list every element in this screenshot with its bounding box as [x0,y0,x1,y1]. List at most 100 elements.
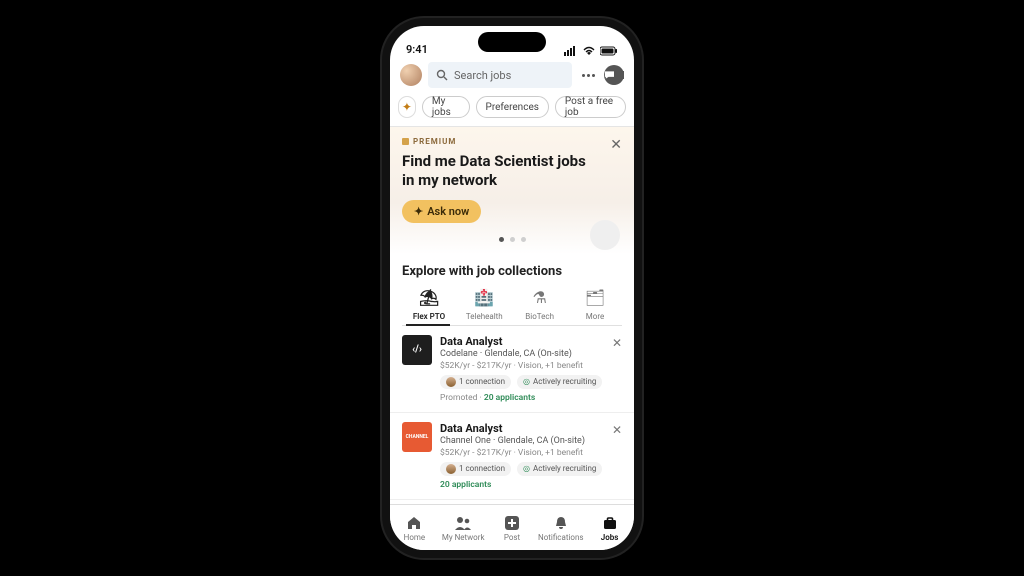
collection-flex-pto[interactable]: ⛱ Flex PTO [406,287,452,321]
search-input[interactable]: Search jobs [428,62,572,88]
overflow-menu[interactable] [578,74,598,77]
tab-post[interactable]: Post [489,514,535,542]
connection-pill: 1 connection [440,375,511,389]
job-body: Data Analyst Codelane · Glendale, CA (On… [440,335,622,403]
bell-icon [552,514,570,532]
connection-avatar-icon [446,464,456,474]
carousel-dot[interactable] [521,237,526,242]
collection-label: More [586,312,604,321]
dismiss-job-icon[interactable]: ✕ [612,423,622,437]
my-jobs-pill[interactable]: My jobs [422,96,470,118]
sparkle-icon: ✦ [414,205,423,218]
company-logo: CHANNEL [402,422,432,452]
home-icon [405,514,423,532]
nav-pill-row: ✦ My jobs Preferences Post a free job [390,94,634,127]
bottom-tabbar: Home My Network Post Notifications Jobs [390,504,634,550]
avatar[interactable] [400,64,422,86]
job-list[interactable]: ‹/› Data Analyst Codelane · Glendale, CA… [390,326,634,505]
applicants-label: 20 applicants [484,393,535,403]
wifi-icon [582,46,596,56]
ask-now-label: Ask now [427,205,469,218]
job-company-line: Codelane · Glendale, CA (On-site) [440,349,622,359]
job-title: Data Analyst [440,422,622,435]
close-icon[interactable]: ✕ [610,137,622,153]
collection-biotech[interactable]: ⚗ BioTech [517,287,563,321]
job-meta: $52K/yr - $217K/yr · Vision, +1 benefit [440,361,622,371]
job-meta: $52K/yr - $217K/yr · Vision, +1 benefit [440,448,622,458]
messages-icon[interactable] [604,65,624,85]
collection-more[interactable]: 🗂 More [572,287,618,321]
job-pills: 1 connection ◎Actively recruiting [440,375,622,389]
premium-headline: Find me Data Scientist jobs in my networ… [402,152,592,190]
job-footer: Promoted · 20 applicants [440,393,622,403]
promoted-label: Promoted [440,393,477,403]
dynamic-island [478,32,546,52]
umbrella-icon: ⛱ [418,287,440,309]
cellular-icon [564,46,578,56]
connection-avatar-icon [446,377,456,387]
connection-pill: 1 connection [440,462,511,476]
job-footer: 20 applicants [440,480,622,490]
tab-network[interactable]: My Network [440,514,486,542]
stack-icon: 🗂 [584,287,606,309]
tab-home[interactable]: Home [391,514,437,542]
preferences-pill[interactable]: Preferences [476,96,549,118]
company-logo: ‹/› [402,335,432,365]
tab-label: Jobs [601,533,619,542]
premium-badge-text: PREMIUM [413,137,456,146]
ask-now-button[interactable]: ✦ Ask now [402,200,481,223]
target-icon: ◎ [523,464,530,473]
job-company-line: Channel One · Glendale, CA (On-site) [440,436,622,446]
recruiting-text: Actively recruiting [533,377,596,386]
premium-card: PREMIUM ✕ Find me Data Scientist jobs in… [390,127,634,254]
recruiting-pill: ◎Actively recruiting [517,462,602,476]
ai-spark-button[interactable]: ✦ [398,96,416,118]
battery-icon [600,46,618,56]
collection-label: BioTech [525,312,554,321]
flask-icon: ⚗ [529,287,551,309]
collections-row: ⛱ Flex PTO 🏥 Telehealth ⚗ BioTech 🗂 More [390,283,634,321]
job-title: Data Analyst [440,335,622,348]
plus-square-icon [503,514,521,532]
recruiting-pill: ◎Actively recruiting [517,375,602,389]
collection-telehealth[interactable]: 🏥 Telehealth [461,287,507,321]
briefcase-icon [601,514,619,532]
tab-jobs[interactable]: Jobs [587,514,633,542]
search-icon [436,69,448,81]
carousel-preview-circle [590,220,620,250]
target-icon: ◎ [523,377,530,386]
status-indicators [564,46,618,56]
carousel-dot[interactable] [510,237,515,242]
post-job-label: Post a free job [565,96,616,118]
premium-badge: PREMIUM [402,137,622,146]
phone-screen: 9:41 Search jobs ✦ My jobs Preferences [390,26,634,550]
preferences-label: Preferences [486,102,539,113]
job-card[interactable]: CHANNEL Data Analyst Channel One · Glend… [390,413,634,500]
collection-label: Flex PTO [413,312,445,321]
carousel-dot[interactable] [499,237,504,242]
tab-label: Home [404,533,426,542]
collection-label: Telehealth [466,312,503,321]
post-job-pill[interactable]: Post a free job [555,96,626,118]
status-time: 9:41 [406,43,428,56]
tab-label: Post [504,533,520,542]
tab-notifications[interactable]: Notifications [538,514,584,542]
job-pills: 1 connection ◎Actively recruiting [440,462,622,476]
job-card[interactable]: ‹/› Data Analyst Codelane · Glendale, CA… [390,326,634,413]
carousel-dots [402,237,622,242]
applicants-label: 20 applicants [440,480,491,490]
connection-text: 1 connection [459,377,505,386]
phone-frame: 9:41 Search jobs ✦ My jobs Preferences [382,18,642,558]
my-jobs-label: My jobs [432,96,460,118]
explore-title: Explore with job collections [390,254,634,283]
dismiss-job-icon[interactable]: ✕ [612,336,622,350]
top-search-row: Search jobs [390,58,634,94]
tab-label: Notifications [538,533,583,542]
tab-label: My Network [442,533,485,542]
search-placeholder: Search jobs [454,69,511,82]
hospital-icon: 🏥 [473,287,495,309]
people-icon [454,514,472,532]
job-body: Data Analyst Channel One · Glendale, CA … [440,422,622,490]
recruiting-text: Actively recruiting [533,464,596,473]
connection-text: 1 connection [459,464,505,473]
